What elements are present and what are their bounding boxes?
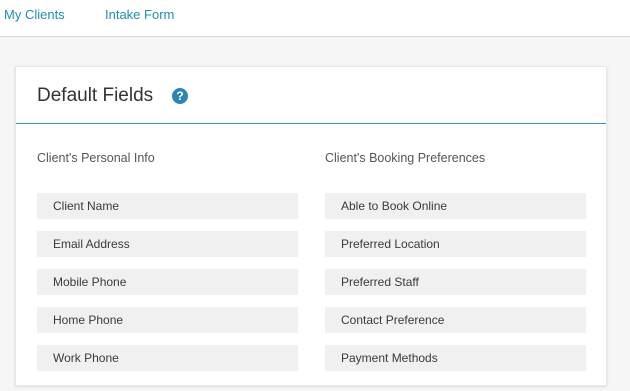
default-fields-card: Default Fields ? Client's Personal Info … <box>15 66 607 386</box>
booking-preferences-heading: Client's Booking Preferences <box>325 151 486 165</box>
field-work-phone[interactable]: Work Phone <box>37 345 298 371</box>
help-icon[interactable]: ? <box>172 88 188 104</box>
field-email-address[interactable]: Email Address <box>37 231 298 257</box>
tab-intake-form[interactable]: Intake Form <box>105 7 174 22</box>
personal-info-heading: Client's Personal Info <box>37 151 155 165</box>
field-mobile-phone[interactable]: Mobile Phone <box>37 269 298 295</box>
field-home-phone[interactable]: Home Phone <box>37 307 298 333</box>
field-preferred-location[interactable]: Preferred Location <box>325 231 586 257</box>
field-payment-methods[interactable]: Payment Methods <box>325 345 586 371</box>
field-preferred-staff[interactable]: Preferred Staff <box>325 269 586 295</box>
card-header: Default Fields ? <box>16 67 606 124</box>
tab-my-clients[interactable]: My Clients <box>4 7 65 22</box>
section-title: Default Fields <box>37 85 154 106</box>
top-navigation: My Clients Intake Form <box>0 0 630 37</box>
field-able-to-book-online[interactable]: Able to Book Online <box>325 193 586 219</box>
field-contact-preference[interactable]: Contact Preference <box>325 307 586 333</box>
field-client-name[interactable]: Client Name <box>37 193 298 219</box>
